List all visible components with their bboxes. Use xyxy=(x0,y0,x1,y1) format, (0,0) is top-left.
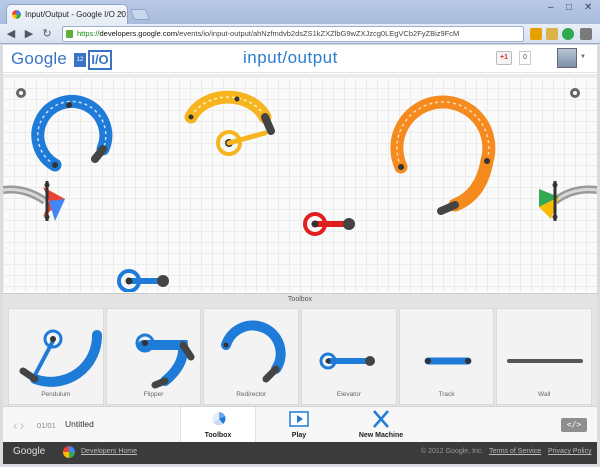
back-button[interactable]: ◀ xyxy=(4,27,18,41)
avatar[interactable] xyxy=(557,48,577,68)
tab-title: Input/Output - Google I/O 2012 xyxy=(25,10,128,19)
privacy-link[interactable]: Privacy Policy xyxy=(548,448,592,455)
toolbox-button[interactable]: Toolbox xyxy=(180,407,256,443)
blue-elevator[interactable] xyxy=(117,269,169,292)
close-icon xyxy=(373,410,389,428)
tool-label: Elevator xyxy=(336,391,361,398)
io-logo[interactable]: I/O xyxy=(88,50,112,70)
gplus-count: 0 xyxy=(519,51,531,65)
blue-redirector[interactable] xyxy=(31,94,113,172)
browser-toolbar: ◀ ▶ ↻ https://developers.google.com/even… xyxy=(0,24,600,44)
tool-track[interactable]: Track xyxy=(398,308,495,405)
red-elevator[interactable] xyxy=(303,212,355,236)
new-machine-button[interactable]: New Machine xyxy=(343,407,419,443)
toolbox-title: Toolbox xyxy=(287,296,313,303)
tab-close-icon[interactable]: × xyxy=(118,9,123,18)
page-title: input/output xyxy=(243,48,338,67)
ball-exit-pipe xyxy=(539,181,597,221)
footer-google-logo[interactable]: Google xyxy=(13,446,45,457)
gplus-button[interactable]: +1 xyxy=(496,51,512,65)
star-icon[interactable] xyxy=(530,28,542,40)
forward-button[interactable]: ▶ xyxy=(22,27,36,41)
tool-label: Wall xyxy=(537,391,551,398)
page-counter: 01/01 xyxy=(37,421,56,430)
reload-button[interactable]: ↻ xyxy=(40,27,54,41)
embed-code-button[interactable]: </> xyxy=(561,418,587,432)
new-machine-button-label: New Machine xyxy=(358,432,404,439)
maximize-button[interactable]: □ xyxy=(566,2,572,13)
gear-icon[interactable] xyxy=(16,88,26,98)
tool-label: Redirector xyxy=(236,391,267,398)
play-button-label: Play xyxy=(291,432,307,439)
developers-home-link[interactable]: Developers Home xyxy=(81,448,137,455)
page-footer: Google Developers Home © 2012 Google, In… xyxy=(3,442,597,464)
browser-tab[interactable]: Input/Output - Google I/O 2012 × xyxy=(6,4,128,24)
machine-name[interactable]: Untitled xyxy=(65,419,94,429)
page: Google 12 I/O input/output +1 0 ▼ Toolbo… xyxy=(3,45,597,464)
tool-wall[interactable]: Wall xyxy=(496,308,593,405)
minimize-button[interactable]: – xyxy=(548,2,554,13)
extension-status-icon[interactable] xyxy=(562,28,574,40)
toolbox-icon xyxy=(212,412,226,426)
tool-redirector[interactable]: Redirector xyxy=(203,308,300,405)
tool-elevator[interactable]: Elevator xyxy=(301,308,397,405)
url-host: developers.google.com xyxy=(99,29,178,38)
developers-icon xyxy=(63,446,75,458)
play-icon xyxy=(289,411,309,427)
google-logo[interactable]: Google xyxy=(11,49,67,69)
gear-icon[interactable] xyxy=(570,88,580,98)
wrench-icon[interactable] xyxy=(580,28,592,40)
url-scheme: https:// xyxy=(77,29,100,38)
tool-flipper[interactable]: Flipper xyxy=(105,308,202,405)
terms-link[interactable]: Terms of Service xyxy=(489,448,541,455)
copyright-text: © 2012 Google, Inc. xyxy=(421,448,484,455)
logo-badge: 12 xyxy=(74,53,86,67)
toolbox-button-label: Toolbox xyxy=(204,432,232,439)
url-path: /events/io/input-output/ahNzfmdvb2dsZS1k… xyxy=(177,29,460,38)
tool-label: Pendulum xyxy=(41,391,71,398)
bottom-bar: ‹› 01/01 Untitled Toolbox Play New Machi… xyxy=(3,406,597,443)
extension-icon[interactable] xyxy=(546,28,558,40)
tool-label: Flipper xyxy=(143,391,164,398)
yellow-flipper[interactable] xyxy=(184,90,275,156)
favicon-icon xyxy=(12,10,21,19)
ball-entry-pipe xyxy=(3,181,65,221)
lock-icon xyxy=(66,30,73,38)
machine-canvas[interactable] xyxy=(3,74,597,292)
browser-tabbar: Input/Output - Google I/O 2012 × – □ ✕ xyxy=(0,0,600,24)
toolbox-panel: Toolbox Pendulum Flipper Redirector Elev… xyxy=(3,293,597,406)
play-button[interactable]: Play xyxy=(261,407,337,443)
orange-redirector[interactable] xyxy=(390,95,496,215)
chevron-down-icon[interactable]: ▼ xyxy=(580,54,586,60)
address-bar[interactable]: https://developers.google.com/events/io/… xyxy=(62,26,524,42)
new-tab-button[interactable] xyxy=(129,9,151,20)
toolbox-items: Pendulum Flipper Redirector Elevator Tra… xyxy=(8,308,593,405)
tool-pendulum[interactable]: Pendulum xyxy=(8,308,104,405)
app-header: Google 12 I/O input/output +1 0 ▼ xyxy=(3,45,597,73)
close-window-button[interactable]: ✕ xyxy=(584,2,592,13)
pager-arrows-icon[interactable]: ‹› xyxy=(13,417,26,433)
tool-label: Track xyxy=(438,391,455,398)
